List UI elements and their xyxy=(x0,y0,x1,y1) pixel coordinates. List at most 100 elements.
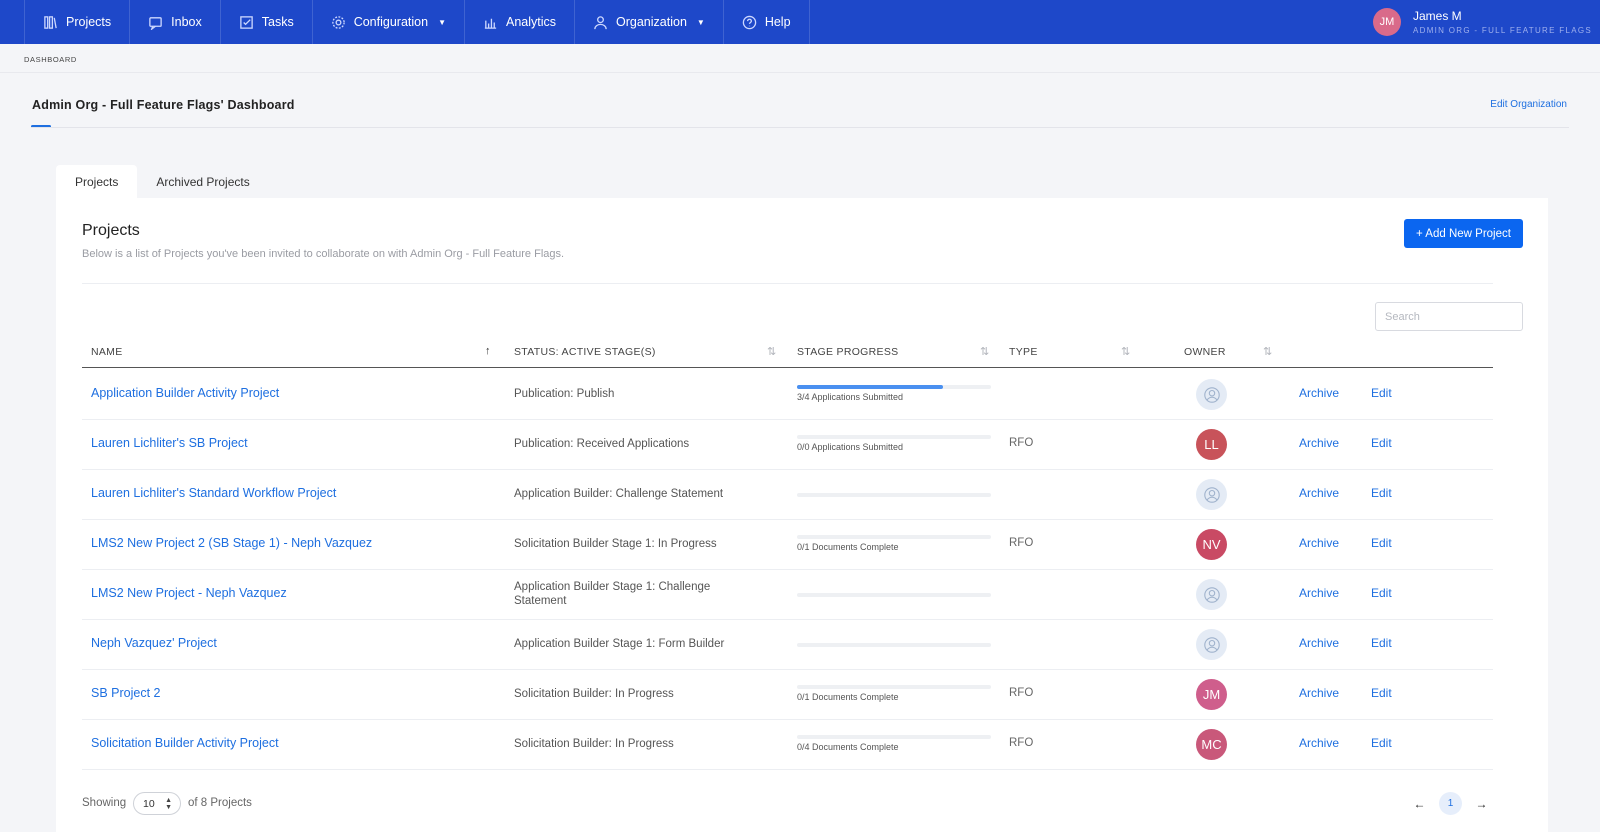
title-divider xyxy=(31,127,1569,128)
table-row: Lauren Lichliter's Standard Workflow Pro… xyxy=(82,469,1493,520)
table-row: Application Builder Activity Project Publ… xyxy=(82,369,1493,420)
updown-icon: ▲ ▼ xyxy=(165,797,172,811)
project-type: RFO xyxy=(1009,737,1034,749)
nav-item-label: Analytics xyxy=(505,15,557,29)
project-name-link[interactable]: Lauren Lichliter's SB Project xyxy=(91,436,248,450)
archive-button[interactable]: Archive xyxy=(1299,486,1339,500)
owner-avatar: JM xyxy=(1196,679,1227,710)
archive-button[interactable]: Archive xyxy=(1299,636,1339,650)
sort-icon[interactable]: ⇅ xyxy=(1121,345,1130,358)
sort-icon[interactable]: ⇅ xyxy=(1263,345,1272,358)
edit-organization-link[interactable]: Edit Organization xyxy=(1490,99,1567,110)
showing-label: Showing xyxy=(82,797,127,809)
edit-button[interactable]: Edit xyxy=(1371,436,1392,450)
projects-icon xyxy=(43,15,58,30)
column-header-status[interactable]: STATUS: ACTIVE STAGE(S) xyxy=(514,346,656,358)
user-name: James M xyxy=(1412,9,1462,23)
edit-button[interactable]: Edit xyxy=(1371,486,1392,500)
project-name-link[interactable]: Application Builder Activity Project xyxy=(91,386,279,400)
nav-item-organization[interactable]: Organization ▼ xyxy=(575,0,724,44)
stage-progress: 3/4 Applications Submitted xyxy=(797,385,991,402)
project-status: Solicitation Builder: In Progress xyxy=(514,688,674,700)
column-header-stage-progress[interactable]: STAGE PROGRESS xyxy=(797,346,898,358)
progress-fill xyxy=(797,385,943,389)
next-page-button[interactable]: → xyxy=(1470,792,1493,815)
table-row: Lauren Lichliter's SB Project Publication… xyxy=(82,419,1493,470)
help-icon xyxy=(742,15,757,30)
page-size-select[interactable]: 10 ▲ ▼ xyxy=(133,792,181,815)
project-name-link[interactable]: Solicitation Builder Activity Project xyxy=(91,736,279,750)
user-menu[interactable]: JM James M ADMIN ORG - FULL FEATURE FLAGS xyxy=(1372,0,1592,44)
user-info: James M ADMIN ORG - FULL FEATURE FLAGS xyxy=(1413,9,1592,35)
nav-item-inbox[interactable]: Inbox xyxy=(130,0,221,44)
column-header-type[interactable]: TYPE xyxy=(1009,346,1038,358)
chevron-down-icon: ▼ xyxy=(438,17,446,27)
edit-button[interactable]: Edit xyxy=(1371,586,1392,600)
empty-owner-avatar-icon xyxy=(1196,629,1227,660)
archive-button[interactable]: Archive xyxy=(1299,736,1339,750)
analytics-icon xyxy=(483,15,498,30)
archive-button[interactable]: Archive xyxy=(1299,686,1339,700)
tab-projects[interactable]: Projects xyxy=(56,165,138,198)
card-divider xyxy=(82,283,1493,284)
edit-button[interactable]: Edit xyxy=(1371,386,1392,400)
nav-item-label: Projects xyxy=(66,15,112,29)
project-name-link[interactable]: Lauren Lichliter's Standard Workflow Pro… xyxy=(91,486,336,500)
empty-owner-avatar-icon xyxy=(1196,379,1227,410)
nav-item-label: Configuration xyxy=(353,15,429,29)
prev-page-button[interactable]: ← xyxy=(1408,792,1431,815)
archive-button[interactable]: Archive xyxy=(1299,436,1339,450)
nav-item-configuration[interactable]: Configuration ▼ xyxy=(313,0,465,44)
nav-item-projects[interactable]: Projects xyxy=(24,0,131,44)
progress-bar xyxy=(797,593,991,597)
search-input[interactable] xyxy=(1375,302,1523,331)
tab-archived-projects[interactable]: Archived Projects xyxy=(137,165,268,198)
projects-card: Projects Below is a list of Projects you… xyxy=(56,198,1548,832)
nav-item-tasks[interactable]: Tasks xyxy=(221,0,313,44)
breadcrumb-divider xyxy=(0,72,1600,73)
empty-owner-avatar-icon xyxy=(1196,479,1227,510)
table-row: Neph Vazquez' Project Application Builder… xyxy=(82,619,1493,670)
column-header-owner[interactable]: OWNER xyxy=(1184,346,1226,358)
page-1-button[interactable]: 1 xyxy=(1439,792,1462,815)
sort-icon[interactable]: ⇅ xyxy=(980,345,989,358)
card-subtitle: Below is a list of Projects you've been … xyxy=(82,248,565,260)
project-name-link[interactable]: LMS2 New Project - Neph Vazquez xyxy=(91,586,287,600)
edit-button[interactable]: Edit xyxy=(1371,636,1392,650)
table-row: LMS2 New Project - Neph Vazquez Applicati… xyxy=(82,569,1493,620)
stage-progress xyxy=(797,643,991,647)
table-row: SB Project 2 Solicitation Builder: In Pro… xyxy=(82,669,1493,720)
archive-button[interactable]: Archive xyxy=(1299,536,1339,550)
edit-button[interactable]: Edit xyxy=(1371,736,1392,750)
column-header-name[interactable]: NAME xyxy=(91,346,123,358)
sort-up-icon[interactable]: ↑ xyxy=(485,345,491,357)
page-size-value: 10 xyxy=(143,797,155,810)
project-name-link[interactable]: Neph Vazquez' Project xyxy=(91,636,217,650)
project-status: Publication: Received Applications xyxy=(514,438,690,450)
nav-item-analytics[interactable]: Analytics xyxy=(465,0,576,44)
page-title: Admin Org - Full Feature Flags' Dashboar… xyxy=(32,98,295,112)
stage-progress xyxy=(797,493,991,497)
organization-icon xyxy=(593,15,608,30)
stage-progress: 0/1 Documents Complete xyxy=(797,685,991,702)
project-name-link[interactable]: SB Project 2 xyxy=(91,686,160,700)
edit-button[interactable]: Edit xyxy=(1371,536,1392,550)
add-new-project-button[interactable]: + Add New Project xyxy=(1404,219,1523,248)
top-nav: Projects Inbox Tasks Configuration ▼ Analytic… xyxy=(0,0,1600,44)
progress-bar xyxy=(797,493,991,497)
project-tabs: Projects Archived Projects xyxy=(56,165,269,198)
edit-button[interactable]: Edit xyxy=(1371,686,1392,700)
archive-button[interactable]: Archive xyxy=(1299,386,1339,400)
project-name-link[interactable]: LMS2 New Project 2 (SB Stage 1) - Neph V… xyxy=(91,536,372,550)
progress-text: 0/4 Documents Complete xyxy=(797,742,899,752)
stage-progress: 0/1 Documents Complete xyxy=(797,535,991,552)
breadcrumb[interactable]: DASHBOARD xyxy=(24,55,77,64)
stage-progress xyxy=(797,593,991,597)
sort-icon[interactable]: ⇅ xyxy=(767,345,776,358)
progress-text: 0/1 Documents Complete xyxy=(797,692,899,702)
progress-bar xyxy=(797,535,991,539)
nav-item-help[interactable]: Help xyxy=(724,0,810,44)
archive-button[interactable]: Archive xyxy=(1299,586,1339,600)
empty-owner-avatar-icon xyxy=(1196,579,1227,610)
table-row: Solicitation Builder Activity Project Sol… xyxy=(82,719,1493,770)
